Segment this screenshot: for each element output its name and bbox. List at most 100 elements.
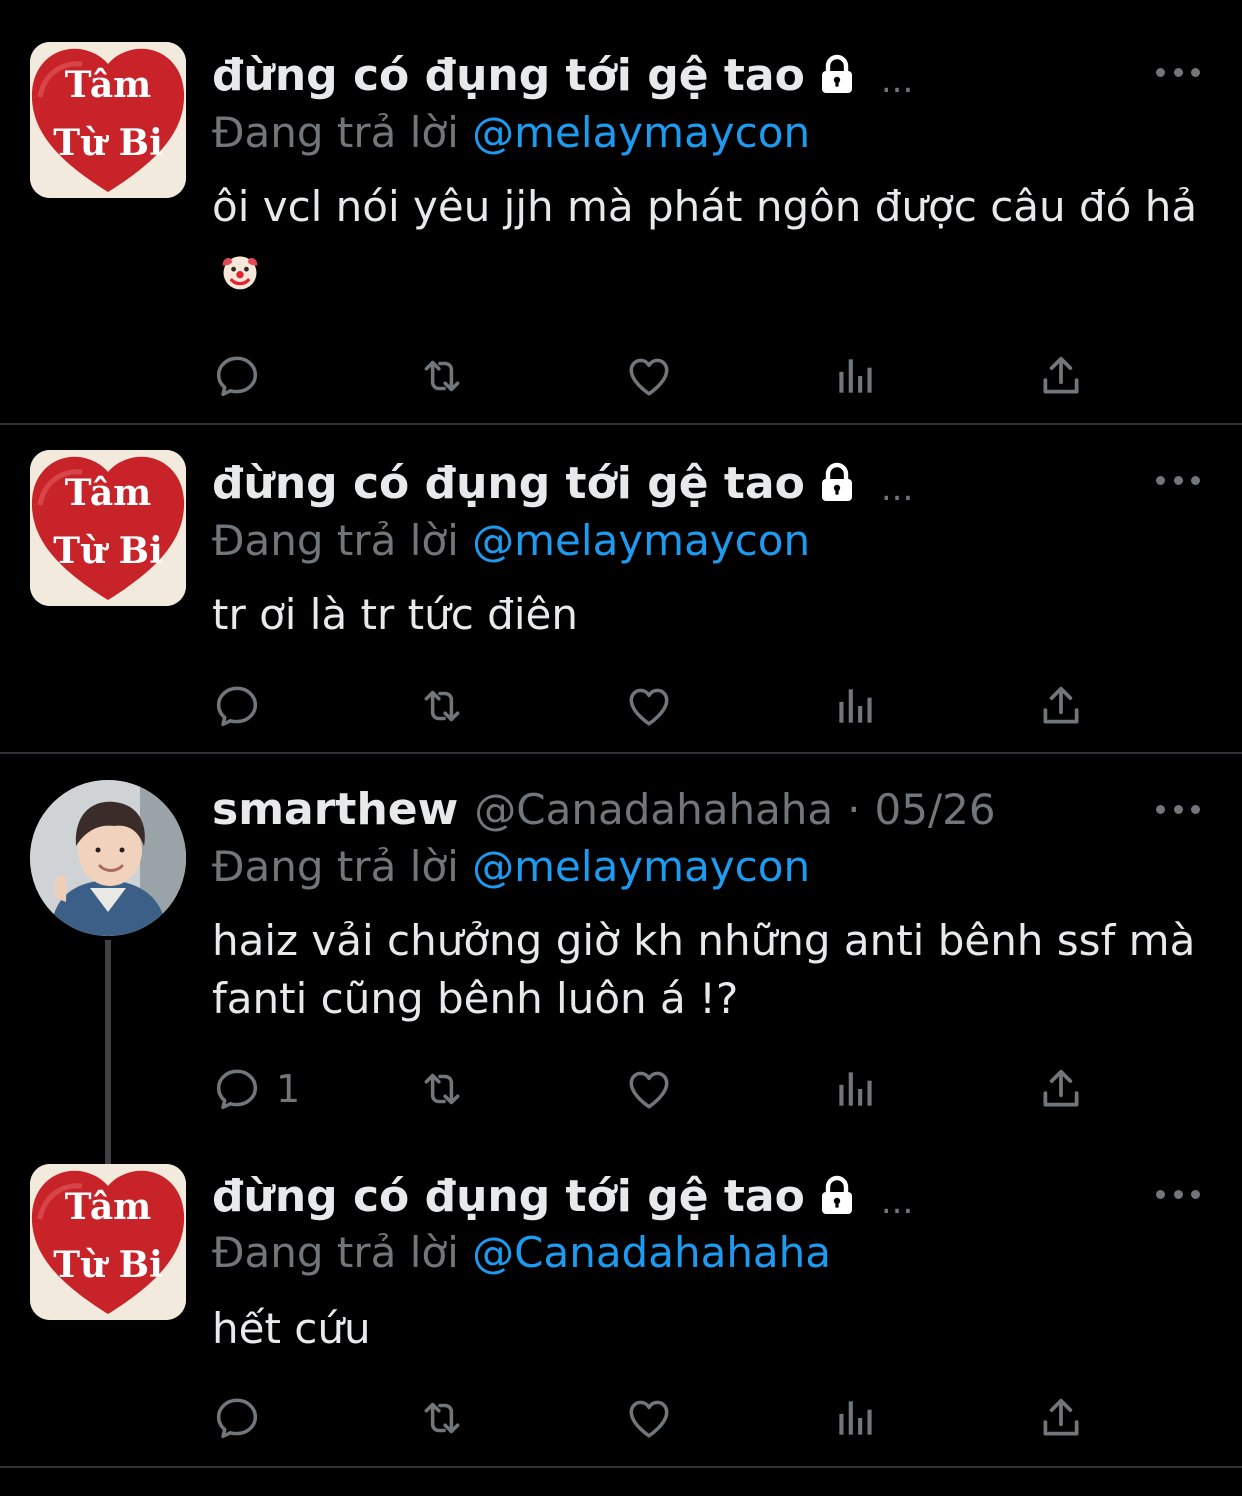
like-button[interactable] [624, 1390, 674, 1446]
tweet-text-content: haiz vải chưởng giờ kh những anti bênh s… [212, 916, 1196, 1023]
tweet-text-content: hết cứu [212, 1304, 371, 1353]
tweet-text: hết cứu [212, 1296, 1202, 1362]
tweet-1[interactable]: Tâm Từ Bi đừng có đụng tới gệ tao ... Đa… [0, 0, 1242, 424]
tweet-actions [212, 678, 1092, 734]
tweet-actions: 1 [212, 1061, 1092, 1117]
retweet-button[interactable] [417, 1390, 467, 1446]
avatar[interactable]: Tâm Từ Bi [30, 450, 186, 606]
tweet-3[interactable]: smarthew @Canadahahaha · 05/26 Đang trả … [0, 754, 1242, 1164]
share-button[interactable] [1036, 348, 1086, 404]
retweet-icon [417, 681, 467, 731]
replying-to: Đang trả lời @Canadahahaha [212, 1228, 831, 1277]
replying-to: Đang trả lời @melaymaycon [212, 516, 810, 565]
retweet-icon [417, 351, 467, 401]
tweet-header: đừng có đụng tới gệ tao ... [212, 453, 913, 513]
like-icon [624, 1064, 674, 1114]
replying-to: Đang trả lời @melaymaycon [212, 842, 810, 891]
avatar-text-line-2: Từ Bi [53, 122, 163, 164]
lock-icon [813, 459, 861, 507]
tweet-actions [212, 348, 1092, 404]
analytics-button[interactable] [831, 1390, 881, 1446]
share-icon [1036, 1393, 1086, 1443]
replying-to-label: Đang trả lời [212, 842, 459, 891]
tweet-text-content: tr ơi là tr tức điên [212, 590, 578, 639]
tweet-header: đừng có đụng tới gệ tao ... [212, 1166, 913, 1226]
analytics-icon [831, 1064, 881, 1114]
tweet-text: haiz vải chưởng giờ kh những anti bênh s… [212, 912, 1202, 1028]
mention-link[interactable]: @melaymaycon [472, 108, 810, 157]
mention-link[interactable]: @Canadahahaha [472, 1228, 831, 1277]
avatar-text-line-2: Từ Bi [53, 530, 163, 572]
share-icon [1036, 1064, 1086, 1114]
tweet-feed: Tâm Từ Bi đừng có đụng tới gệ tao ... Đa… [0, 0, 1242, 1496]
avatar-text-line-1: Tâm [64, 64, 152, 106]
clown-face-icon [222, 256, 258, 290]
tweet-header: smarthew @Canadahahaha · 05/26 [212, 779, 996, 839]
mention-link[interactable]: @melaymaycon [472, 516, 810, 565]
user-handle[interactable]: @Canadahahaha [474, 785, 833, 834]
display-name[interactable]: smarthew [212, 784, 458, 835]
share-button[interactable] [1036, 1390, 1086, 1446]
reply-button[interactable]: 1 [212, 1061, 300, 1117]
more-options-icon[interactable] [1156, 1187, 1200, 1201]
tweet-text: ôi vcl nói yêu jjh mà phát ngôn được câu… [212, 174, 1202, 306]
avatar-text-line-1: Tâm [64, 472, 152, 514]
analytics-button[interactable] [831, 678, 881, 734]
analytics-icon [831, 351, 881, 401]
tweet-text: tr ơi là tr tức điên [212, 582, 1202, 648]
mention-link[interactable]: @melaymaycon [472, 842, 810, 891]
lock-icon [813, 1172, 861, 1220]
replying-to-label: Đang trả lời [212, 1228, 459, 1277]
reply-icon [212, 1064, 262, 1114]
retweet-icon [417, 1064, 467, 1114]
avatar-text-line-1: Tâm [64, 1186, 152, 1228]
avatar[interactable] [30, 780, 186, 936]
tweet-4[interactable]: Tâm Từ Bi đừng có đụng tới gệ tao ... Đa… [0, 1164, 1242, 1466]
tweet-actions [212, 1390, 1092, 1446]
lock-icon [813, 51, 861, 99]
avatar[interactable]: Tâm Từ Bi [30, 1164, 186, 1320]
tweet-text-content: ôi vcl nói yêu jjh mà phát ngôn được câu… [212, 182, 1198, 231]
analytics-button[interactable] [831, 348, 881, 404]
reply-button[interactable] [212, 678, 276, 734]
retweet-icon [417, 1393, 467, 1443]
tweet-date[interactable]: 05/26 [875, 785, 996, 834]
display-name[interactable]: đừng có đụng tới gệ tao [212, 1171, 805, 1222]
like-button[interactable] [624, 678, 674, 734]
like-button[interactable] [624, 1061, 674, 1117]
replying-to: Đang trả lời @melaymaycon [212, 108, 810, 157]
avatar-text-line-2: Từ Bi [53, 1244, 163, 1286]
tweet-header: đừng có đụng tới gệ tao ... [212, 45, 913, 105]
name-truncation: ... [880, 61, 914, 101]
retweet-button[interactable] [417, 678, 467, 734]
tweet-2[interactable]: Tâm Từ Bi đừng có đụng tới gệ tao ... Đa… [0, 425, 1242, 753]
reply-icon [212, 351, 262, 401]
share-icon [1036, 681, 1086, 731]
like-button[interactable] [624, 348, 674, 404]
reply-icon [212, 681, 262, 731]
avatar[interactable]: Tâm Từ Bi [30, 42, 186, 198]
more-options-icon[interactable] [1156, 65, 1200, 79]
display-name[interactable]: đừng có đụng tới gệ tao [212, 458, 805, 509]
analytics-icon [831, 681, 881, 731]
like-icon [624, 681, 674, 731]
more-options-icon[interactable] [1156, 802, 1200, 816]
retweet-button[interactable] [417, 1061, 467, 1117]
more-options-icon[interactable] [1156, 473, 1200, 487]
replying-to-label: Đang trả lời [212, 516, 459, 565]
reply-button[interactable] [212, 348, 276, 404]
name-truncation: ... [880, 469, 914, 509]
tweet-divider [0, 1466, 1242, 1468]
reply-icon [212, 1393, 262, 1443]
replying-to-label: Đang trả lời [212, 108, 459, 157]
share-button[interactable] [1036, 1061, 1086, 1117]
analytics-icon [831, 1393, 881, 1443]
reply-count: 1 [276, 1067, 301, 1111]
like-icon [624, 351, 674, 401]
share-button[interactable] [1036, 678, 1086, 734]
retweet-button[interactable] [417, 348, 467, 404]
display-name[interactable]: đừng có đụng tới gệ tao [212, 50, 805, 101]
analytics-button[interactable] [831, 1061, 881, 1117]
like-icon [624, 1393, 674, 1443]
reply-button[interactable] [212, 1390, 276, 1446]
